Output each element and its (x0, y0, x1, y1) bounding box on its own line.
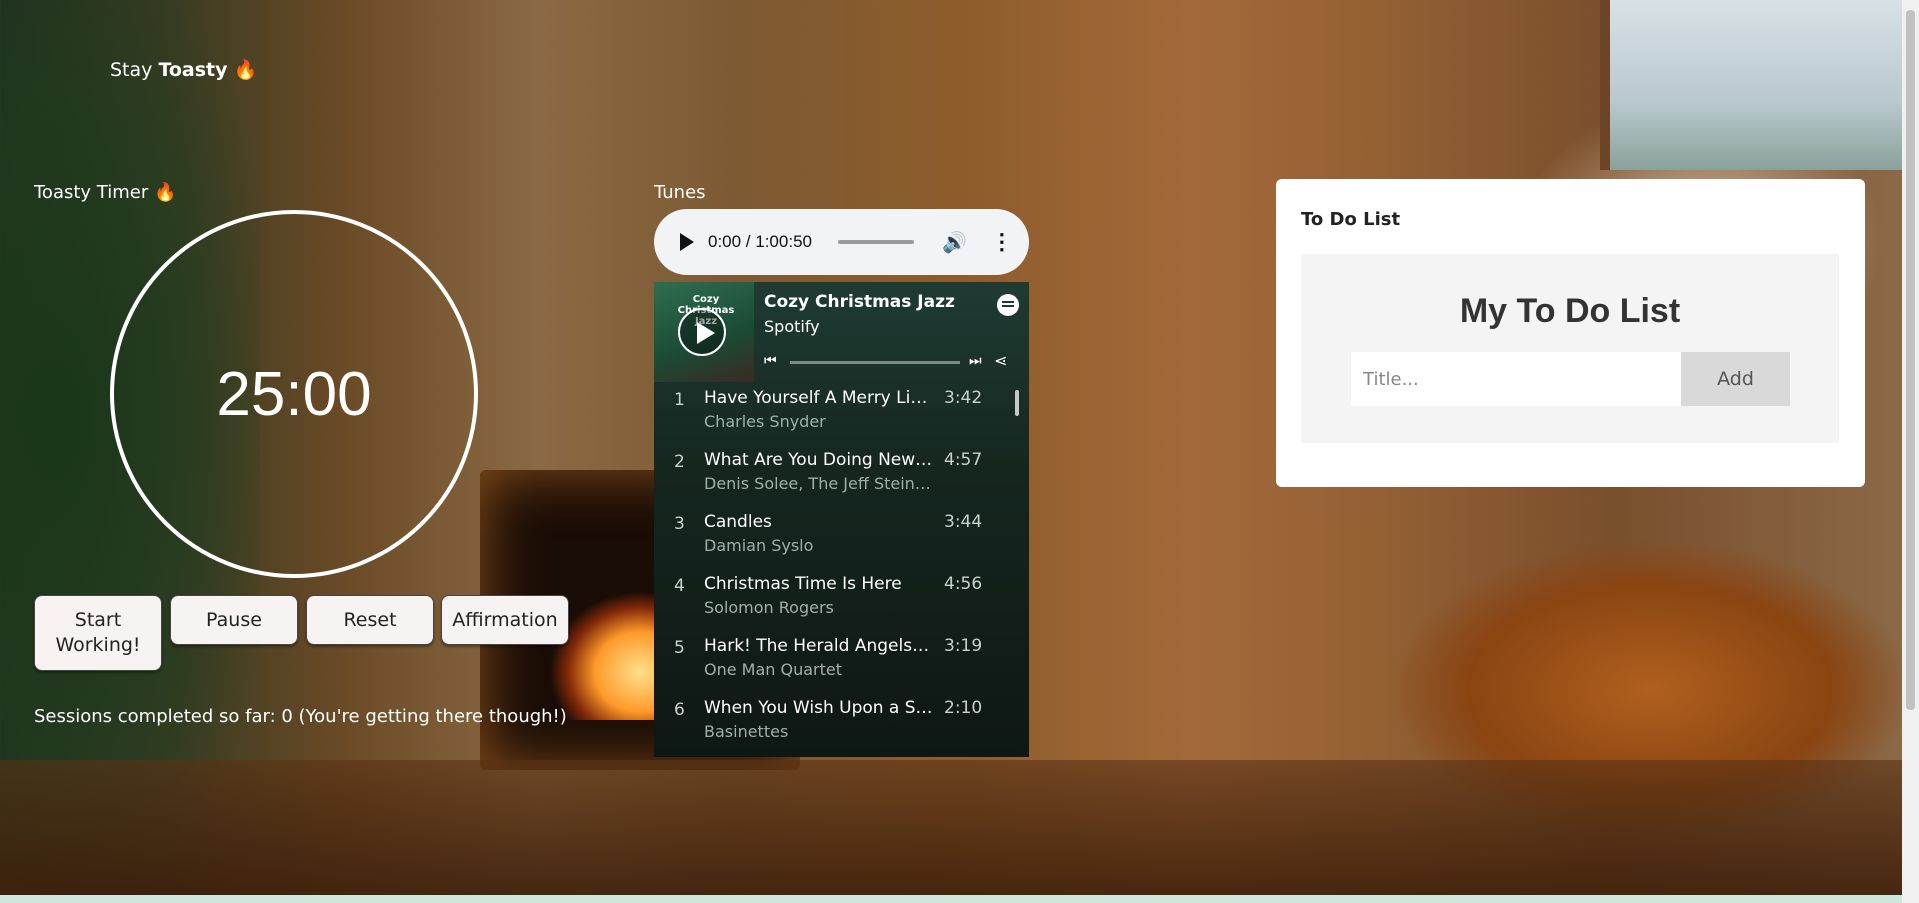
todo-title-input[interactable] (1351, 352, 1681, 406)
track-number: 2 (674, 452, 685, 472)
brand-strong: Toasty (158, 59, 228, 81)
track-row[interactable]: 3 Candles Damian Syslo 3:44 (654, 506, 1029, 568)
track-row[interactable]: 6 When You Wish Upon a Star Basinettes 2… (654, 692, 1029, 754)
fire-icon: 🔥 (233, 59, 258, 81)
track-artist: Basinettes (704, 722, 789, 741)
playlist-cover: Cozy Christmas Jazz (654, 282, 754, 382)
site-brand[interactable]: Stay Toasty 🔥 (110, 58, 257, 81)
spotify-controls: ⏮ ⏭ ⋖ (764, 350, 1019, 374)
volume-icon[interactable]: 🔊 (942, 230, 967, 255)
track-duration: 2:10 (944, 698, 983, 718)
track-row[interactable]: 5 Hark! The Herald Angels Sin... One Man… (654, 630, 1029, 692)
todo-label: To Do List (1301, 209, 1401, 230)
track-row[interactable]: 1 Have Yourself A Merry Little ... Charl… (654, 382, 1029, 444)
track-duration: 4:56 (944, 574, 983, 594)
page-scrollbar-thumb[interactable] (1906, 10, 1915, 710)
start-working-button[interactable]: Start Working! (34, 595, 162, 671)
timer-circle: 25:00 (110, 210, 478, 578)
track-title: Christmas Time Is Here (704, 574, 902, 594)
affirmation-button[interactable]: Affirmation (441, 595, 569, 645)
tunes-title: Tunes (654, 182, 706, 203)
bottom-strip (0, 895, 1919, 903)
page-scrollbar[interactable] (1902, 0, 1919, 903)
spotify-embed: Cozy Christmas Jazz Cozy Christmas Jazz … (654, 282, 1029, 757)
track-list: 1 Have Yourself A Merry Little ... Charl… (654, 382, 1029, 754)
share-icon[interactable]: ⋖ (994, 351, 1007, 370)
skip-previous-icon[interactable]: ⏮ (764, 353, 777, 369)
todo-heading: My To Do List (1459, 292, 1681, 330)
track-number: 4 (674, 576, 685, 596)
track-artist: Charles Snyder (704, 412, 826, 431)
track-duration: 3:44 (944, 512, 983, 532)
track-number: 1 (674, 390, 685, 410)
track-title: What Are You Doing New Ye... (704, 450, 934, 470)
audio-player: 0:00 / 1:00:50 🔊 ⋮ (654, 209, 1029, 275)
track-number: 6 (674, 700, 685, 720)
track-title: When You Wish Upon a Star (704, 698, 934, 718)
track-number: 5 (674, 638, 685, 658)
track-title: Hark! The Herald Angels Sin... (704, 636, 934, 656)
playlist-title[interactable]: Cozy Christmas Jazz (764, 292, 955, 312)
sessions-completed-text: Sessions completed so far: 0 (You're get… (34, 706, 567, 727)
reset-button[interactable]: Reset (306, 595, 434, 645)
timer-title: Toasty Timer 🔥 (34, 182, 177, 203)
play-icon[interactable] (678, 308, 726, 356)
track-title: Have Yourself A Merry Little ... (704, 388, 934, 408)
audio-time: 0:00 / 1:00:50 (708, 232, 812, 251)
spotify-progress-bar[interactable] (790, 361, 960, 364)
timer-value: 25:00 (216, 359, 372, 429)
track-duration: 3:19 (944, 636, 983, 656)
todo-panel: My To Do List Add (1301, 254, 1839, 443)
brand-prefix: Stay (110, 59, 159, 81)
play-icon[interactable] (680, 233, 694, 251)
track-row[interactable]: 2 What Are You Doing New Ye... Denis Sol… (654, 444, 1029, 506)
track-artist: Denis Solee, The Jeff Steinb... (704, 474, 934, 493)
todo-card: To Do List My To Do List Add (1276, 179, 1865, 487)
track-artist: Damian Syslo (704, 536, 814, 555)
track-duration: 4:57 (944, 450, 983, 470)
playlist-subtitle[interactable]: Spotify (764, 317, 820, 336)
add-todo-button[interactable]: Add (1681, 352, 1790, 406)
track-artist: Solomon Rogers (704, 598, 834, 617)
audio-progress-slider[interactable] (837, 240, 914, 244)
track-number: 3 (674, 514, 685, 534)
track-title: Candles (704, 512, 772, 532)
pause-button[interactable]: Pause (170, 595, 298, 645)
skip-next-icon[interactable]: ⏭ (969, 353, 982, 369)
spotify-header: Cozy Christmas Jazz Cozy Christmas Jazz … (654, 282, 1029, 382)
track-artist: One Man Quartet (704, 660, 843, 679)
more-vert-icon[interactable]: ⋮ (991, 231, 1013, 253)
track-duration: 3:42 (944, 388, 983, 408)
track-row[interactable]: 4 Christmas Time Is Here Solomon Rogers … (654, 568, 1029, 630)
background-floor (0, 760, 1919, 903)
track-list-scrollbar[interactable] (1015, 390, 1019, 416)
background-window (1600, 0, 1919, 170)
spotify-icon[interactable] (997, 294, 1019, 316)
